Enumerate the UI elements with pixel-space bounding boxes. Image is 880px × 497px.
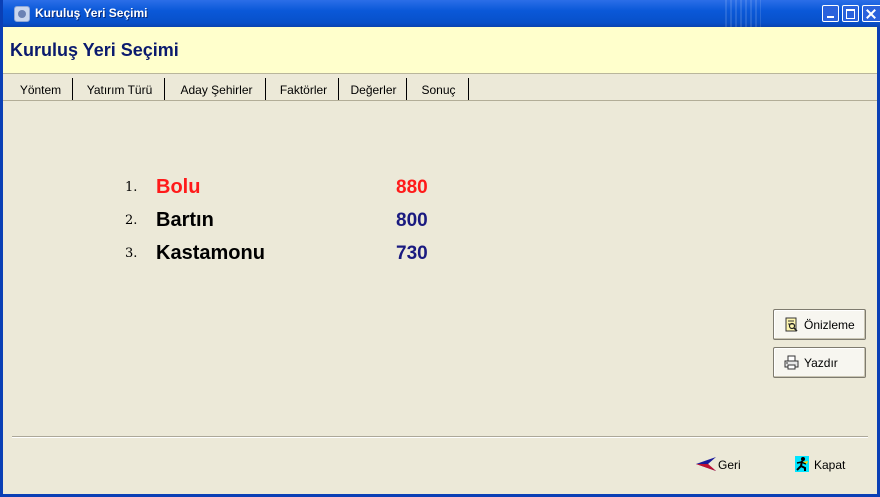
title-bar[interactable]: Kuruluş Yeri Seçimi bbox=[3, 0, 880, 27]
tab-divider bbox=[3, 100, 877, 101]
city-name: Kastamonu bbox=[156, 242, 265, 264]
tab-degerler[interactable]: Değerler bbox=[341, 78, 407, 100]
rank-number: 2. bbox=[125, 213, 138, 228]
city-name: Bolu bbox=[156, 176, 201, 198]
minimize-button[interactable] bbox=[822, 5, 839, 22]
city-score: 730 bbox=[396, 243, 428, 264]
tab-strip: Yöntem Yatırım Türü Aday Şehirler Faktör… bbox=[3, 78, 877, 100]
close-label: Kapat bbox=[814, 458, 846, 472]
running-man-icon bbox=[795, 456, 809, 472]
city-score: 880 bbox=[396, 177, 428, 198]
tab-aday-sehirler[interactable]: Aday Şehirler bbox=[168, 78, 266, 100]
preview-label: Önizleme bbox=[804, 318, 855, 332]
app-window: Kuruluş Yeri Seçimi Kuruluş Yeri Seçimi … bbox=[0, 0, 880, 497]
tab-faktorler[interactable]: Faktörler bbox=[269, 78, 339, 100]
titlebar-decoration bbox=[725, 0, 761, 27]
back-button[interactable]: Geri bbox=[696, 454, 746, 474]
close-window-button[interactable] bbox=[862, 5, 880, 22]
tab-sonuc[interactable]: Sonuç bbox=[409, 78, 469, 100]
preview-icon bbox=[785, 317, 798, 332]
printer-icon bbox=[784, 355, 799, 370]
footer-divider bbox=[12, 436, 868, 438]
print-button[interactable]: Yazdır bbox=[773, 347, 866, 378]
rank-number: 3. bbox=[125, 246, 138, 261]
close-button[interactable]: Kapat bbox=[794, 454, 856, 474]
window-title: Kuruluş Yeri Seçimi bbox=[35, 6, 148, 20]
back-arrow-icon bbox=[696, 457, 716, 471]
city-name: Bartın bbox=[156, 209, 214, 231]
print-label: Yazdır bbox=[804, 356, 838, 370]
preview-button[interactable]: Önizleme bbox=[773, 309, 866, 340]
tab-yatirim-turu[interactable]: Yatırım Türü bbox=[75, 78, 165, 100]
maximize-button[interactable] bbox=[842, 5, 859, 22]
back-label: Geri bbox=[718, 458, 741, 472]
city-score: 800 bbox=[396, 210, 428, 231]
tab-yontem[interactable]: Yöntem bbox=[9, 78, 73, 100]
header-band: Kuruluş Yeri Seçimi bbox=[3, 27, 877, 74]
app-icon bbox=[14, 6, 30, 22]
page-title: Kuruluş Yeri Seçimi bbox=[10, 40, 179, 60]
rank-number: 1. bbox=[125, 180, 138, 195]
